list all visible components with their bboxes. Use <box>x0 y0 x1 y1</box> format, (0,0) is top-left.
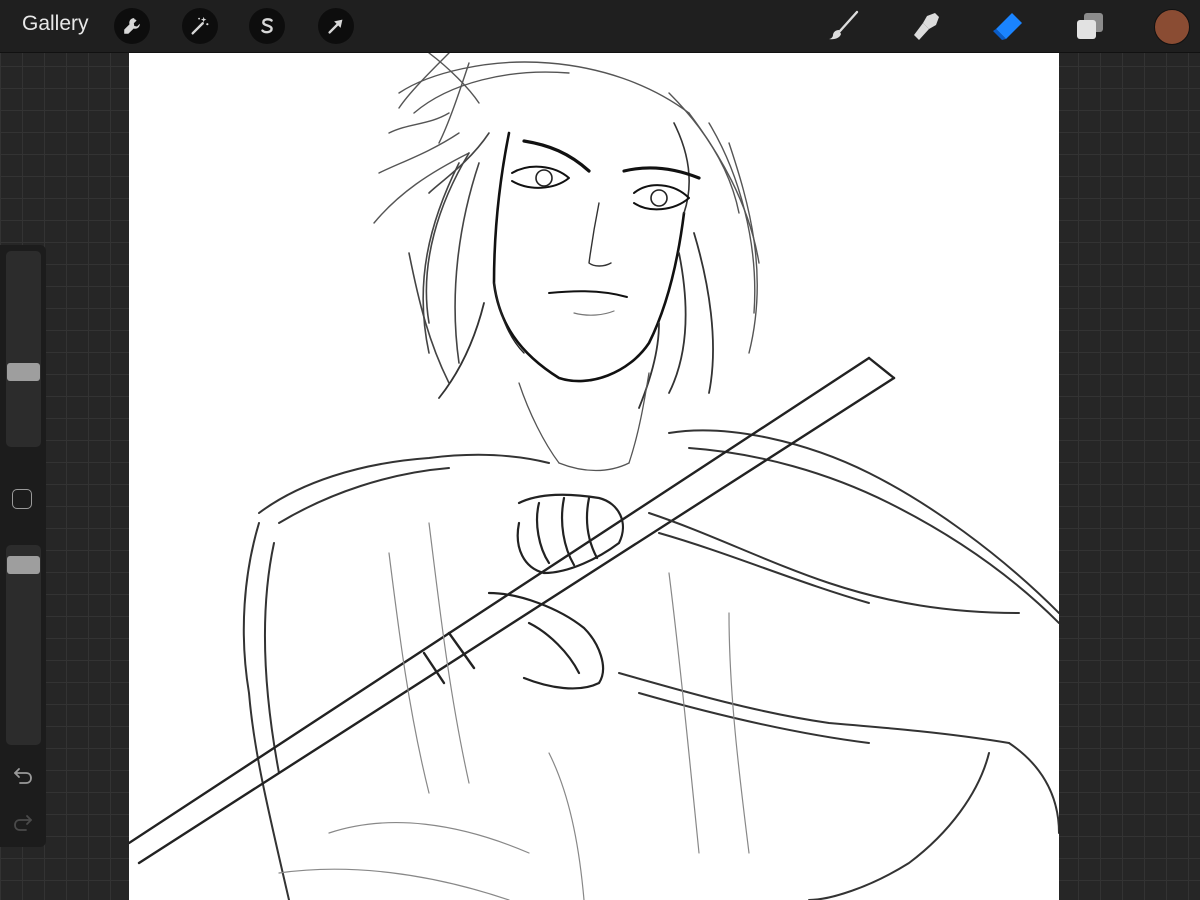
transform-button[interactable] <box>318 8 354 44</box>
smudge-button[interactable] <box>908 8 944 44</box>
color-picker-button[interactable] <box>1154 9 1190 45</box>
smudge-icon <box>914 13 939 40</box>
left-sidebar <box>0 245 46 847</box>
brush-size-slider[interactable] <box>6 251 41 447</box>
magic-wand-icon <box>191 16 209 35</box>
top-toolbar: Gallery <box>0 0 1200 53</box>
layers-icon <box>1077 13 1103 39</box>
brush-icon <box>829 10 859 40</box>
pencil-sketch-artwork <box>129 53 1059 900</box>
layers-button[interactable] <box>1072 8 1108 44</box>
adjustments-button[interactable] <box>182 8 218 44</box>
eraser-icon <box>993 13 1022 40</box>
undo-icon[interactable] <box>11 764 35 788</box>
wrench-icon <box>124 18 140 34</box>
brush-size-slider-thumb[interactable] <box>7 362 40 381</box>
selection-button[interactable] <box>249 8 285 44</box>
arrow-cursor-icon <box>328 19 343 34</box>
paint-button[interactable] <box>826 8 862 44</box>
eraser-button[interactable] <box>990 8 1026 44</box>
gallery-button[interactable]: Gallery <box>22 12 89 36</box>
brush-opacity-slider[interactable] <box>6 545 41 745</box>
selection-s-icon <box>261 18 273 34</box>
square-modify-icon[interactable] <box>12 489 32 509</box>
drawing-canvas[interactable] <box>129 53 1059 900</box>
redo-icon[interactable] <box>11 811 35 835</box>
actions-button[interactable] <box>114 8 150 44</box>
brush-opacity-slider-thumb[interactable] <box>7 555 40 574</box>
